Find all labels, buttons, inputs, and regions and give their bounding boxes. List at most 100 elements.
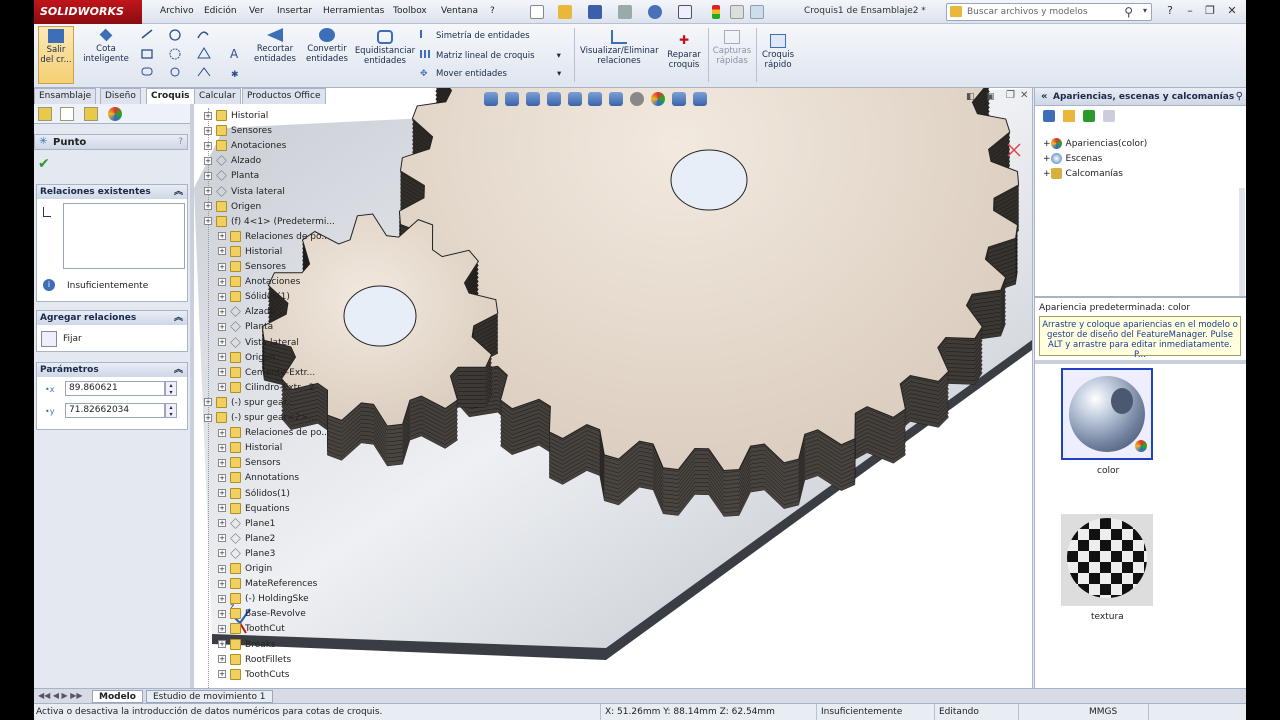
y-coordinate-field[interactable]: 71.82662034 bbox=[65, 403, 165, 418]
propertymanager-icon[interactable] bbox=[60, 107, 74, 121]
tree-item[interactable]: + Origin bbox=[218, 563, 272, 574]
expand-icon[interactable]: + bbox=[218, 594, 226, 603]
exit-sketch-button[interactable]: Salir del cr... bbox=[38, 26, 74, 84]
expand-icon[interactable]: + bbox=[218, 640, 226, 648]
tree-item[interactable]: + Alzado bbox=[218, 306, 275, 317]
expand-icon[interactable]: + bbox=[204, 111, 212, 120]
expand-icon[interactable]: + bbox=[218, 247, 226, 256]
expand-icon[interactable]: + bbox=[218, 262, 226, 271]
expand-icon[interactable]: + bbox=[204, 413, 212, 422]
display-style-icon[interactable] bbox=[609, 92, 624, 106]
status-icons[interactable] bbox=[1148, 704, 1246, 720]
add-file-location-icon[interactable] bbox=[1043, 110, 1055, 122]
tree-item[interactable]: + (-) spur gear<2>... bbox=[204, 412, 317, 423]
back-chevron-icon[interactable]: « bbox=[1041, 88, 1047, 106]
offset-entities-button[interactable]: Equidistanciar entidades bbox=[354, 30, 416, 66]
tree-item[interactable]: + Plane3 bbox=[218, 547, 275, 559]
sketch-tools-icons[interactable]: A ✱ bbox=[138, 28, 242, 82]
expand-icon[interactable]: + bbox=[218, 368, 226, 377]
expand-icon[interactable]: + bbox=[218, 458, 226, 467]
texture-swatch[interactable] bbox=[1061, 514, 1153, 606]
tree-item[interactable]: + Breaks bbox=[218, 638, 276, 650]
smart-dimension-button[interactable]: Cota inteligente bbox=[80, 28, 132, 64]
linear-pattern-dropdown-icon[interactable]: ▾ bbox=[557, 51, 561, 61]
expand-icon[interactable]: + bbox=[218, 428, 226, 437]
tree-item[interactable]: + (-) HoldingSke bbox=[218, 593, 309, 605]
linear-pattern-button[interactable]: Matriz lineal de croquis ▾ bbox=[420, 50, 561, 61]
print-icon[interactable] bbox=[618, 5, 632, 19]
tree-item[interactable]: + Vista lateral bbox=[218, 336, 299, 348]
undo-icon[interactable] bbox=[648, 5, 662, 19]
search-input[interactable]: Buscar archivos y modelos ⚲ ▾ bbox=[946, 3, 1152, 21]
expand-icon[interactable]: + bbox=[218, 383, 226, 392]
convert-entities-button[interactable]: Convertir entidades bbox=[302, 28, 352, 64]
add-relations-header[interactable]: Agregar relaciones ︽ bbox=[37, 311, 187, 325]
tree-item[interactable]: + Historial bbox=[218, 245, 282, 257]
tree-item[interactable]: + Sensores bbox=[204, 125, 272, 137]
tree-item[interactable]: + Cemente-Extr... bbox=[218, 366, 315, 378]
configurationmanager-icon[interactable] bbox=[84, 107, 98, 121]
expand-icon[interactable]: + bbox=[204, 126, 212, 135]
tree-item[interactable]: + Origen bbox=[218, 351, 275, 363]
tree-item[interactable]: + ToothCut bbox=[218, 623, 285, 635]
expand-icon[interactable]: + bbox=[218, 443, 226, 452]
tree-item-appearances[interactable]: + Apariencias(color) bbox=[1043, 138, 1147, 149]
minimize-icon[interactable]: – bbox=[1182, 4, 1198, 18]
expand-icon[interactable]: + bbox=[218, 277, 226, 286]
expand-icon[interactable]: + bbox=[204, 141, 212, 150]
tab-ensamblaje[interactable]: Ensamblaje bbox=[34, 88, 97, 104]
tree-item[interactable]: + Relaciones de po... bbox=[218, 230, 330, 242]
menu-edicion[interactable]: Edición bbox=[204, 6, 237, 16]
display-delete-relations-button[interactable]: Visualizar/Eliminar relaciones bbox=[580, 30, 659, 66]
x-coordinate-field[interactable]: 89.860621 bbox=[65, 381, 165, 396]
expand-icon[interactable]: + bbox=[218, 624, 226, 633]
viewport-collapse-icon[interactable]: ◧ bbox=[966, 92, 975, 102]
tree-item[interactable]: + Plane1 bbox=[218, 517, 275, 529]
tree-item[interactable]: + Vista lateral bbox=[204, 185, 285, 197]
expand-icon[interactable]: + bbox=[218, 519, 226, 528]
vertical-scrollbar[interactable] bbox=[1239, 188, 1245, 296]
move-dropdown-icon[interactable]: ▾ bbox=[557, 69, 561, 79]
menu-help[interactable]: ? bbox=[490, 6, 495, 16]
select-icon[interactable] bbox=[678, 5, 692, 19]
expand-icon[interactable]: + bbox=[218, 322, 226, 331]
tree-item[interactable]: + Historial bbox=[204, 110, 268, 121]
options-icon[interactable] bbox=[750, 5, 764, 19]
move-entities-button[interactable]: ✥ Mover entidades ▾ bbox=[420, 69, 561, 79]
save-icon[interactable] bbox=[588, 5, 602, 19]
close-icon[interactable]: ✕ bbox=[1224, 4, 1240, 18]
expand-icon[interactable]: + bbox=[204, 398, 212, 407]
menu-toolbox[interactable]: Toolbox bbox=[393, 6, 427, 16]
open-folder-icon[interactable] bbox=[1063, 110, 1075, 122]
expand-icon[interactable]: + bbox=[218, 504, 226, 513]
featuremanager-icon[interactable] bbox=[38, 107, 52, 121]
expand-icon[interactable]: + bbox=[204, 171, 212, 180]
tree-item[interactable]: + Relaciones de po... bbox=[218, 427, 330, 439]
repair-sketch-button[interactable]: ✚ Reparar croquis bbox=[662, 34, 706, 70]
expand-icon[interactable]: + bbox=[218, 292, 226, 301]
expand-icon[interactable]: + bbox=[204, 156, 212, 165]
scroll-arrows-icon[interactable]: ◀◀ ◀ ▶ ▶▶ bbox=[38, 691, 83, 700]
tree-item[interactable]: + Cilindro-Extr...2 bbox=[218, 381, 314, 393]
section-view-icon[interactable] bbox=[546, 92, 561, 106]
dynamic-annotation-icon[interactable] bbox=[567, 92, 582, 106]
expand-icon[interactable]: + bbox=[218, 609, 226, 618]
search-icon[interactable]: ⚲ bbox=[1124, 5, 1133, 19]
up-folder-icon[interactable] bbox=[1103, 110, 1115, 122]
tree-item[interactable]: + ToothCuts bbox=[218, 668, 289, 680]
pane-splitter[interactable] bbox=[1035, 296, 1246, 298]
viewport-restore-icon[interactable]: ❐ bbox=[1006, 90, 1015, 101]
color-swatch-selected[interactable] bbox=[1061, 368, 1153, 460]
expand-icon[interactable]: + bbox=[218, 670, 226, 679]
restore-icon[interactable]: ❐ bbox=[1202, 4, 1218, 18]
viewport-expand-icon[interactable]: ▣ bbox=[986, 92, 995, 102]
tree-item[interactable]: + Planta bbox=[204, 170, 259, 181]
tree-item[interactable]: + Anotaciones bbox=[218, 276, 300, 288]
expand-icon[interactable]: + bbox=[218, 307, 226, 316]
tree-item[interactable]: + Origen bbox=[204, 200, 261, 212]
trim-entities-button[interactable]: Recortar entidades bbox=[250, 28, 300, 64]
new-file-icon[interactable] bbox=[530, 5, 544, 19]
tree-item[interactable]: + (-) spur gear... bbox=[204, 396, 295, 408]
palette-splitter[interactable] bbox=[1035, 360, 1246, 364]
previous-view-icon[interactable] bbox=[525, 92, 540, 106]
